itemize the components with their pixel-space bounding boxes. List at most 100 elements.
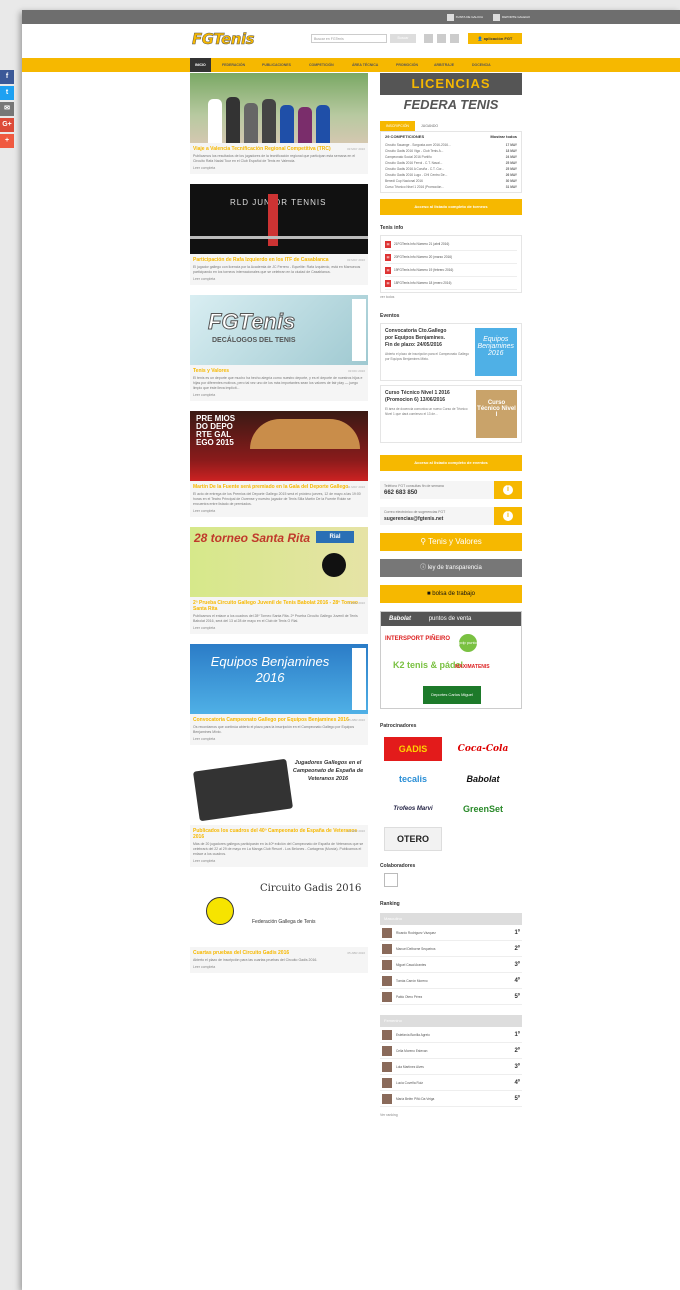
table-row[interactable]: Estefanía Bonilla Agreio 1º (380, 1027, 522, 1043)
read-more-link[interactable]: Leer completa (190, 277, 368, 285)
federatenis-banner[interactable]: FEDERA TENIS (380, 95, 522, 115)
news-title[interactable]: Tenis y Valores (190, 365, 368, 374)
table-row[interactable]: Celia Moreno Estevan 2º (380, 1043, 522, 1059)
sponsor-logo[interactable]: Trofeos Marvi (384, 797, 442, 821)
twitter-icon[interactable]: t (0, 86, 14, 100)
sponsor-logo[interactable]: Babolat (454, 767, 512, 791)
event-image[interactable]: Equipos Benjamines 2016 (474, 328, 517, 376)
news-item[interactable]: Viaje a Valencia Tecnificación Regional … (190, 73, 368, 174)
event-image[interactable]: Curso Técnico Nivel I (476, 390, 517, 438)
puntos-venta-box[interactable]: Babolat puntos de venta INTERSPORT PIÑEI… (380, 611, 522, 709)
ranking-header[interactable]: Femenino (380, 1015, 522, 1027)
search-button[interactable]: Buscar (390, 34, 416, 43)
tab-jugando[interactable]: JUGANDO (415, 121, 444, 131)
table-row[interactable]: Manuel Delborne Sequeiros 2º (380, 941, 522, 957)
news-item[interactable]: PRE MIOS DO DEPO RTE GAL EGO 2015 Martín… (190, 411, 368, 517)
news-title[interactable]: Martín De la Fuente será premiado en la … (190, 481, 368, 490)
more-share-icon[interactable]: + (0, 134, 14, 148)
news-item[interactable]: Circuito Gadis 2016 Federación Gallega d… (190, 877, 368, 973)
licencias-banner[interactable]: LICENCIAS (380, 73, 522, 95)
news-title[interactable]: Publicados los cuadros del 40º Campeonat… (190, 825, 368, 840)
xunta-logo[interactable]: XUNTA DE GALICIA (446, 13, 483, 21)
ver-ranking-link[interactable]: Ver ranking (380, 1113, 522, 1117)
sponsor-logo[interactable]: tecalis (384, 767, 442, 791)
nav-competicion[interactable]: COMPETICIÓN (309, 58, 334, 72)
read-more-link[interactable]: Leer completa (190, 965, 368, 973)
nav-area-tecnica[interactable]: ÁREA TÉCNICA (352, 58, 378, 72)
search-input[interactable]: Buscar en FGTenis (311, 34, 387, 43)
news-title[interactable]: Cuartas pruebas del Circuito Gadis 2016 (190, 947, 368, 956)
list-item[interactable]: Curso Técnico Nivel 1 2016 (Promoción...… (385, 184, 517, 190)
mail-link[interactable]: sugerencias@fgtenis.net (384, 516, 490, 522)
news-image[interactable]: FGTenis DECÁLOGOS DEL TENIS (190, 295, 368, 365)
facebook-icon[interactable]: f (0, 70, 14, 84)
list-item[interactable]: ▤ 21FGTenis Info Número 21 (abril 2016) (385, 238, 517, 251)
news-item[interactable]: RLD JUNIOR TENNIS Participación de Rafa … (190, 184, 368, 285)
list-item[interactable]: ▤ 19FGTenis Info Número 19 (febrero 2016) (385, 264, 517, 277)
site-logo[interactable]: FGTenis (192, 30, 255, 49)
eventos-button[interactable]: Acceso al listado completo de eventos (380, 455, 522, 471)
news-item[interactable]: Equipos Benjamines 2016 Convocatoria Cam… (190, 644, 368, 745)
nav-publicaciones[interactable]: PUBLICACIONES (262, 58, 291, 72)
news-image[interactable]: Jugadores Gallegos en el Campeonato de E… (190, 755, 368, 825)
sponsor-logo[interactable]: Coca-Cola (454, 737, 512, 761)
tab-inscripcion[interactable]: INSCRIPCIÓN (380, 121, 415, 131)
print-icon[interactable]: ✉ (0, 102, 14, 116)
colaborador-logo[interactable] (384, 873, 398, 887)
read-more-link[interactable]: Leer completa (190, 509, 368, 517)
list-item[interactable]: ▤ 20FGTenis Info Número 20 (marzo 2016) (385, 251, 517, 264)
news-image[interactable]: Circuito Gadis 2016 Federación Gallega d… (190, 877, 368, 947)
ranking-header[interactable]: Masculino (380, 913, 522, 925)
news-item[interactable]: FGTenis DECÁLOGOS DEL TENIS Tenis y Valo… (190, 295, 368, 401)
phone-number[interactable]: 662 683 850 (384, 490, 490, 496)
news-image[interactable]: Equipos Benjamines 2016 (190, 644, 368, 714)
facebook-icon[interactable] (424, 34, 433, 43)
news-title[interactable]: Participación de Rafa Izquierdo en los I… (190, 254, 368, 263)
table-row[interactable]: Tomás Carrón Moreno 4º (380, 973, 522, 989)
nav-docencia[interactable]: DOCENCIA (472, 58, 491, 72)
news-image[interactable] (190, 73, 368, 143)
app-button[interactable]: 👤 aplicación FGT (468, 33, 522, 44)
news-title[interactable]: 2ª Prueba Circuito Gallego Juvenil de Te… (190, 597, 368, 612)
table-row[interactable]: Pablo Otero Pérez 5º (380, 989, 522, 1005)
news-title[interactable]: Convocatoria Campeonato Gallego por Equi… (190, 714, 368, 723)
info-icon[interactable]: i (503, 511, 513, 521)
sponsor-logo[interactable]: GreenSet (454, 797, 512, 821)
show-all-link[interactable]: Mostrar todos (490, 134, 517, 139)
table-row[interactable]: María Belén Piñó Da Veiga 5º (380, 1091, 522, 1107)
twitter-icon[interactable] (437, 34, 446, 43)
news-image[interactable]: PRE MIOS DO DEPO RTE GAL EGO 2015 (190, 411, 368, 481)
nav-inicio[interactable]: INICIO (190, 58, 211, 72)
read-more-link[interactable]: Leer completa (190, 393, 368, 401)
googleplus-icon[interactable]: G+ (0, 118, 14, 132)
news-item[interactable]: Jugadores Gallegos en el Campeonato de E… (190, 755, 368, 867)
torneos-button[interactable]: Acceso al listado completo de torneos (380, 199, 522, 215)
table-row[interactable]: Lola Martínez Alves 3º (380, 1059, 522, 1075)
event-item[interactable]: Convocatoria Cto.Gallego por Equipos Ben… (380, 323, 522, 381)
sponsor-logo[interactable]: GADIS (384, 737, 442, 761)
news-title[interactable]: Viaje a Valencia Tecnificación Regional … (190, 143, 368, 152)
nav-promocion[interactable]: PROMOCIÓN (396, 58, 418, 72)
table-row[interactable]: Lucía Coveña Ruiz 4º (380, 1075, 522, 1091)
table-row[interactable]: Miguel Casal Arantes 3º (380, 957, 522, 973)
ver-todos-link[interactable]: ver todos (380, 295, 522, 299)
transparencia-banner[interactable]: ⓘ ley de transparencia (380, 559, 522, 577)
deporte-galego-logo[interactable]: DEPORTE GALEGO (493, 13, 530, 21)
youtube-icon[interactable] (450, 34, 459, 43)
sponsor-logo[interactable]: OTERO (384, 827, 442, 851)
news-image[interactable]: 28 torneo Santa Rita Rial (190, 527, 368, 597)
read-more-link[interactable]: Leer completa (190, 166, 368, 174)
nav-federacion[interactable]: FEDERACIÓN (222, 58, 245, 72)
read-more-link[interactable]: Leer completa (190, 737, 368, 745)
event-item[interactable]: Curso Técnico Nivel 1 2016 (Promocion 6)… (380, 385, 522, 443)
read-more-link[interactable]: Leer completa (190, 626, 368, 634)
news-image[interactable]: RLD JUNIOR TENNIS (190, 184, 368, 254)
nav-arbitraje[interactable]: ARBITRAJE (434, 58, 454, 72)
read-more-link[interactable]: Leer completa (190, 859, 368, 867)
list-item[interactable]: ▤ 18FGTenis Info Número 18 (enero 2016) (385, 277, 517, 290)
bolsa-trabajo-banner[interactable]: ■ bolsa de trabajo (380, 585, 522, 603)
tenis-valores-banner[interactable]: ⚲ Tenis y Valores (380, 533, 522, 551)
info-icon[interactable]: i (503, 485, 513, 495)
news-item[interactable]: 28 torneo Santa Rita Rial 2ª Prueba Circ… (190, 527, 368, 634)
table-row[interactable]: Ricardo Rodríguez Vázquez 1º (380, 925, 522, 941)
